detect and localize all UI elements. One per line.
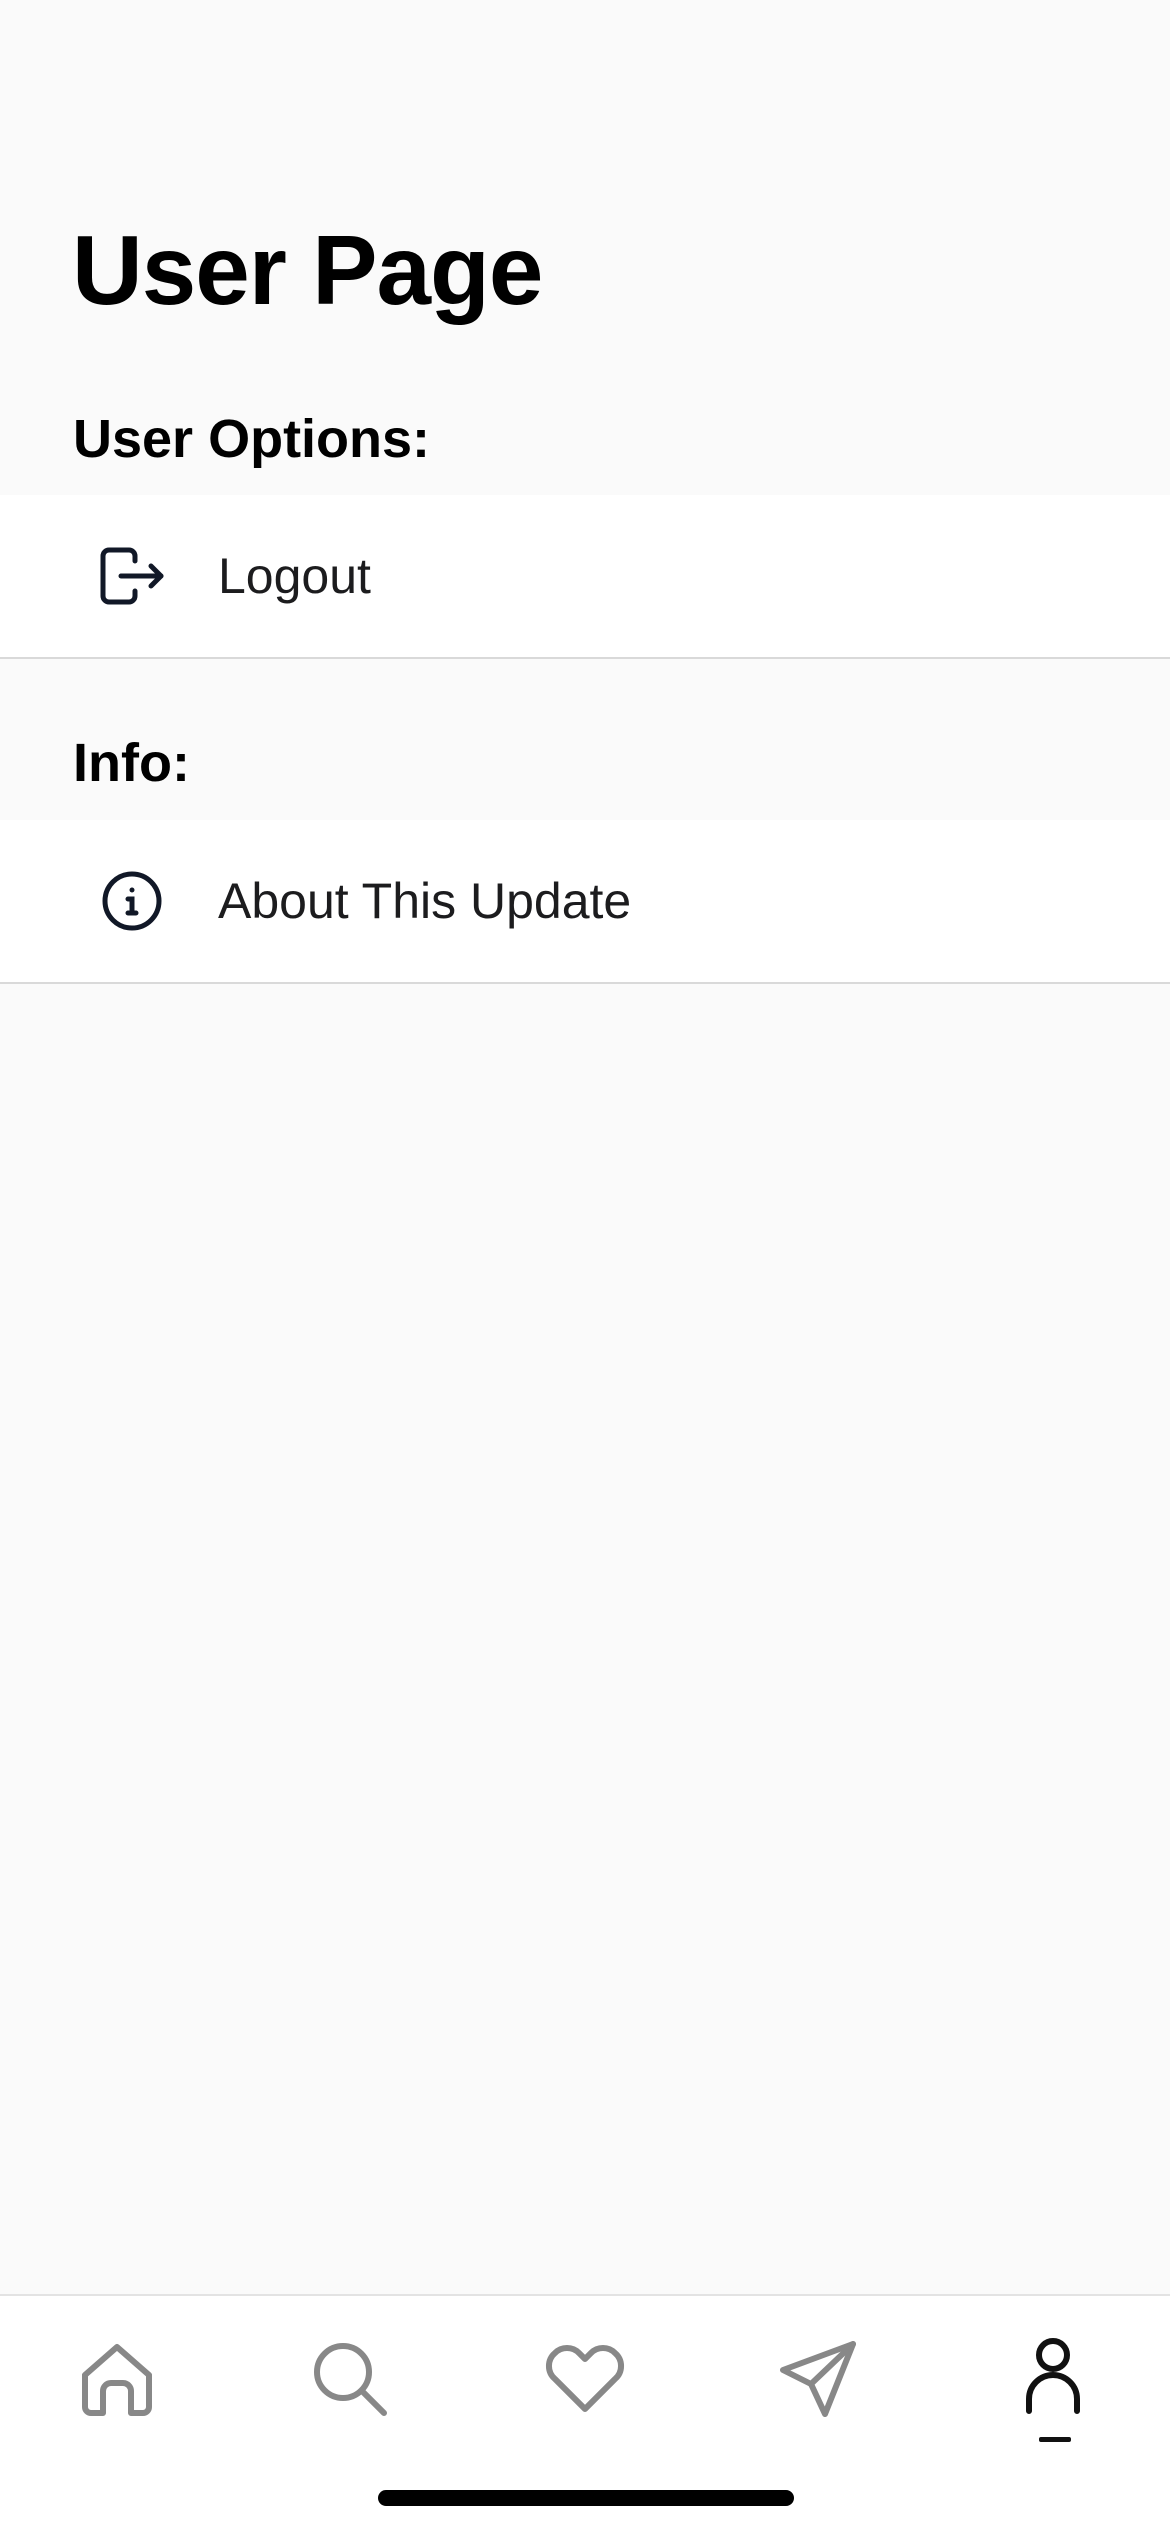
tab-home[interactable]: [62, 2326, 172, 2436]
user-icon: [1023, 2337, 1083, 2426]
logout-icon: [97, 541, 167, 611]
about-update-row[interactable]: About This Update: [0, 820, 1170, 984]
heart-icon: [545, 2343, 625, 2420]
active-tab-indicator: [1039, 2437, 1071, 2442]
search-icon: [310, 2339, 390, 2424]
tab-favorites[interactable]: [530, 2326, 640, 2436]
info-icon: [97, 866, 167, 936]
tab-send[interactable]: [763, 2326, 873, 2436]
section-header-user-options: User Options:: [73, 409, 431, 469]
home-indicator-bar: [378, 2490, 794, 2506]
home-icon: [77, 2339, 157, 2424]
logout-row[interactable]: Logout: [0, 495, 1170, 659]
about-update-label: About This Update: [218, 873, 632, 929]
page-title: User Page: [72, 215, 543, 325]
logout-label: Logout: [218, 548, 371, 604]
tab-search[interactable]: [295, 2326, 405, 2436]
section-header-info: Info:: [73, 733, 190, 793]
send-icon: [777, 2338, 859, 2425]
tab-profile[interactable]: [998, 2326, 1108, 2436]
